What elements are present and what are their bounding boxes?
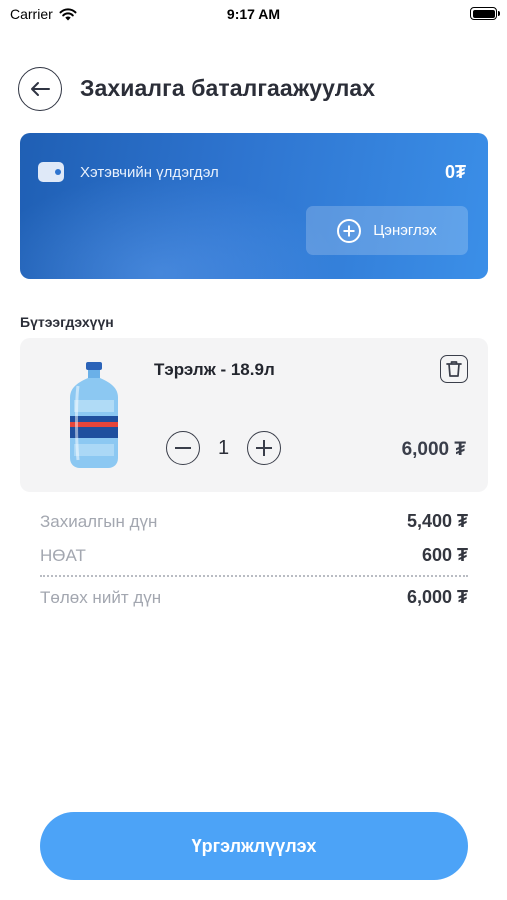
trash-icon [446,361,462,377]
delete-item-button[interactable] [440,355,468,383]
battery-icon [470,7,500,20]
product-card: Тэрэлж - 18.9л 1 6,000 ₮ [20,338,488,492]
quantity-increase-button[interactable] [247,431,281,465]
product-price: 6,000 ₮ [401,439,466,460]
page-title: Захиалга баталгаажуулах [80,75,376,101]
total-value: 6,000 ₮ [406,587,468,607]
topup-button[interactable]: Цэнэглэх [306,206,468,255]
vat-label: НӨАТ [40,545,86,565]
summary-divider [40,575,468,577]
quantity-decrease-button[interactable] [166,431,200,465]
wallet-icon [38,162,64,182]
summary-vat-row: НӨАТ 600 ₮ [40,545,468,566]
product-name: Тэрэлж - 18.9л [154,360,275,379]
vat-value: 600 ₮ [421,545,468,565]
quantity-value: 1 [217,437,230,459]
summary-total-row: Төлөх нийт дүн 6,000 ₮ [40,587,468,608]
total-label: Төлөх нийт дүн [40,587,162,607]
back-button[interactable] [18,67,62,111]
plus-circle-icon [337,218,362,243]
summary-subtotal-row: Захиалгын дүн 5,400 ₮ [40,511,468,532]
status-time: 9:17 AM [226,6,281,22]
wallet-balance-value: 0₮ [444,162,466,182]
wallet-balance-label: Хэтэвчийн үлдэгдэл [80,164,219,181]
products-section-label: Бүтээгдэхүүн [20,314,114,330]
wallet-card: Хэтэвчийн үлдэгдэл 0₮ Цэнэглэх [20,133,488,279]
subtotal-label: Захиалгын дүн [40,511,158,531]
arrow-left-icon [31,82,50,96]
topup-button-label: Цэнэглэх [373,222,437,239]
water-bottle-image [70,362,118,468]
continue-button[interactable]: Үргэлжлүүлэх [40,812,468,880]
status-bar: Carrier 9:17 AM [0,0,507,30]
subtotal-value: 5,400 ₮ [406,511,468,531]
